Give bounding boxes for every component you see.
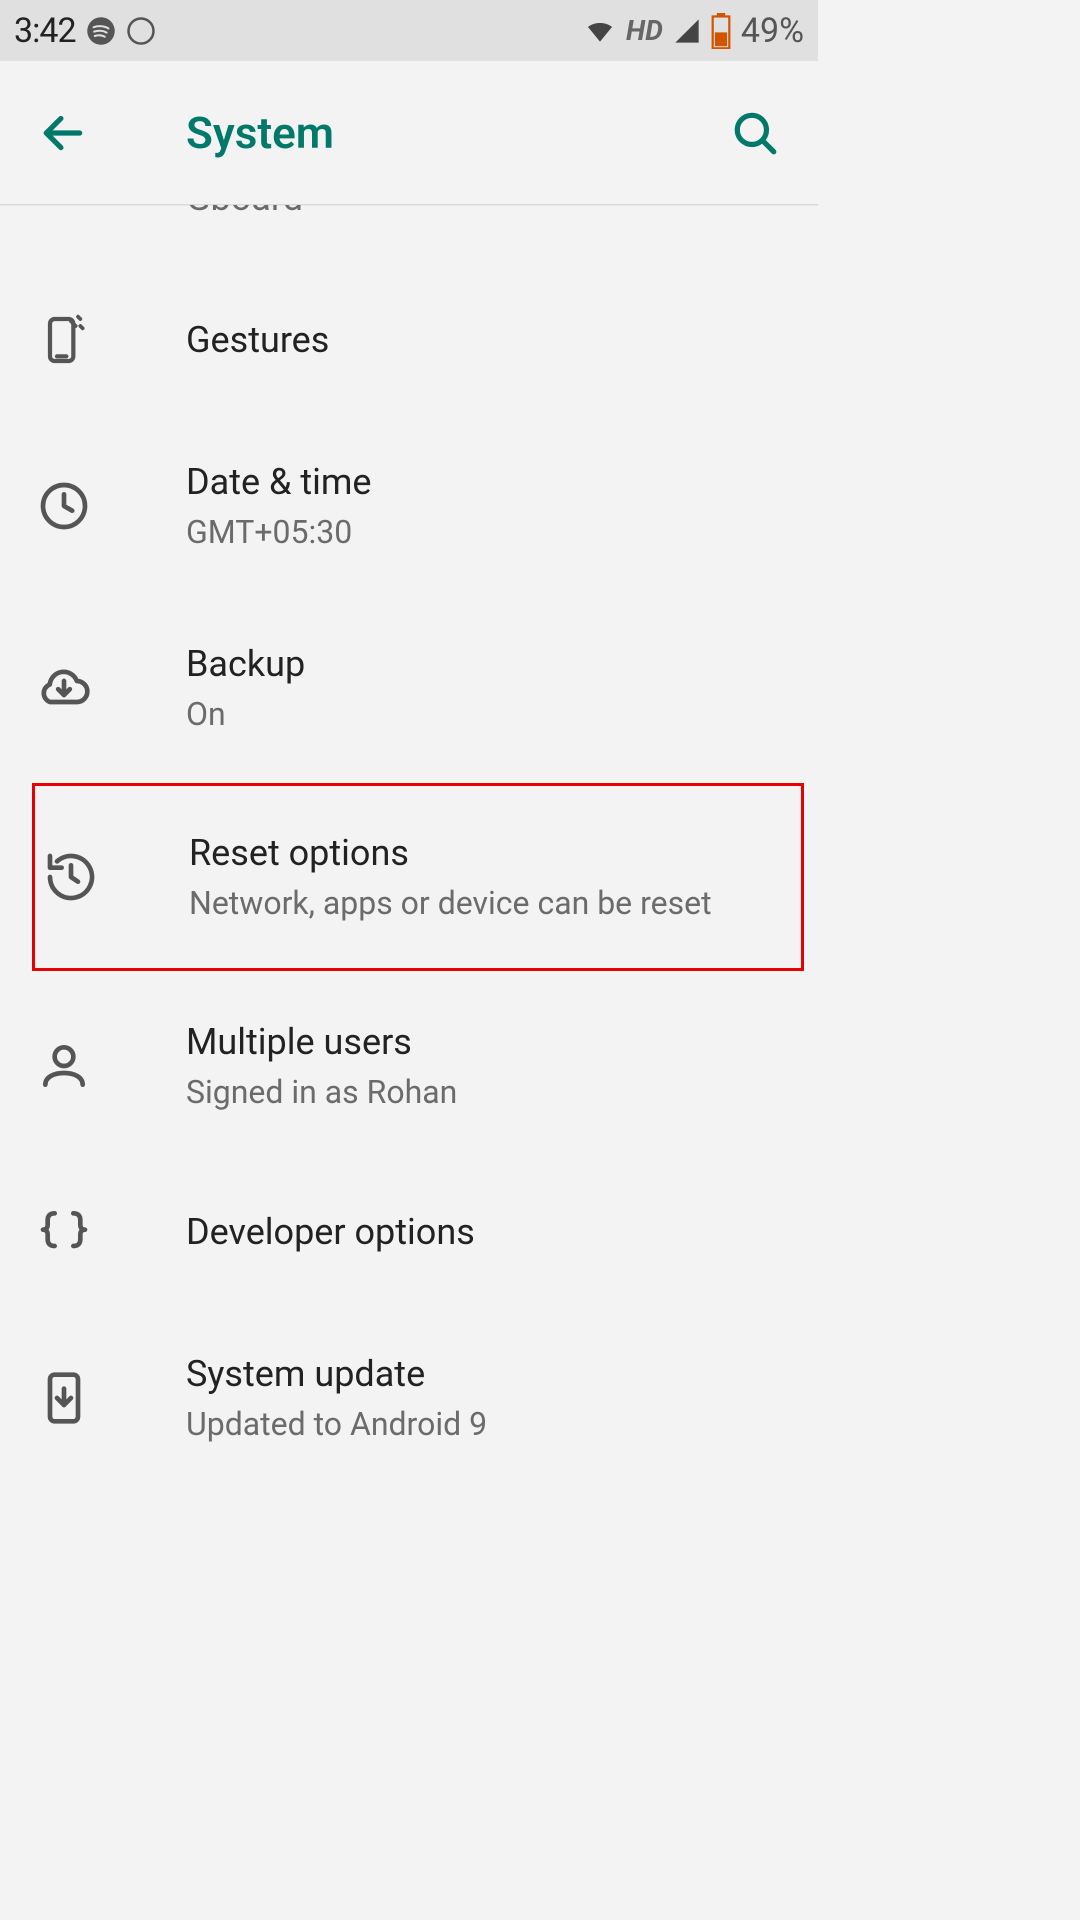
status-left: 3:42 <box>14 11 156 51</box>
item-subtitle: On <box>186 695 798 733</box>
peek-subtitle: Gboard <box>186 205 303 219</box>
list-item-peek[interactable]: Gboard <box>0 205 818 265</box>
status-bar: 3:42 HD 49% <box>0 0 818 61</box>
settings-list[interactable]: Gboard Gestures Date & time GMT+05:30 <box>0 205 818 1489</box>
hd-indicator: HD <box>626 14 663 47</box>
search-button[interactable] <box>720 98 790 168</box>
status-right: HD 49% <box>584 11 804 51</box>
spotify-icon <box>86 16 116 46</box>
highlight-reset-options: Reset options Network, apps or device ca… <box>32 783 804 971</box>
page-title: System <box>186 107 720 159</box>
restore-icon <box>43 849 99 905</box>
person-icon <box>36 1038 92 1094</box>
clock-icon <box>36 478 92 534</box>
list-item-reset-options[interactable]: Reset options Network, apps or device ca… <box>35 786 801 968</box>
status-time: 3:42 <box>14 11 76 51</box>
item-subtitle: Updated to Android 9 <box>186 1405 798 1443</box>
circle-icon <box>126 16 156 46</box>
back-button[interactable] <box>28 98 98 168</box>
item-title: Multiple users <box>186 1021 798 1063</box>
list-item-system-update[interactable]: System update Updated to Android 9 <box>0 1307 818 1489</box>
item-title: Backup <box>186 643 798 685</box>
battery-icon <box>711 13 731 49</box>
search-icon <box>730 108 780 158</box>
item-subtitle: Signed in as Rohan <box>186 1073 798 1111</box>
list-item-date-time[interactable]: Date & time GMT+05:30 <box>0 415 818 597</box>
cellular-icon <box>673 17 701 45</box>
item-subtitle: GMT+05:30 <box>186 513 798 551</box>
list-item-multiple-users[interactable]: Multiple users Signed in as Rohan <box>0 975 818 1157</box>
list-item-backup[interactable]: Backup On <box>0 597 818 779</box>
item-title: System update <box>186 1353 798 1395</box>
list-item-developer-options[interactable]: Developer options <box>0 1157 818 1307</box>
arrow-left-icon <box>38 108 88 158</box>
item-subtitle: Network, apps or device can be reset <box>189 884 781 922</box>
item-title: Developer options <box>186 1211 798 1253</box>
gestures-icon <box>36 312 92 368</box>
braces-icon <box>36 1204 92 1260</box>
cloud-download-icon <box>36 660 92 716</box>
battery-percent: 49% <box>741 11 804 51</box>
list-item-gestures[interactable]: Gestures <box>0 265 818 415</box>
wifi-icon <box>584 15 616 47</box>
app-bar: System <box>0 61 818 205</box>
item-title: Date & time <box>186 461 798 503</box>
item-title: Reset options <box>189 832 781 874</box>
system-update-icon <box>36 1370 92 1426</box>
item-title: Gestures <box>186 319 798 361</box>
